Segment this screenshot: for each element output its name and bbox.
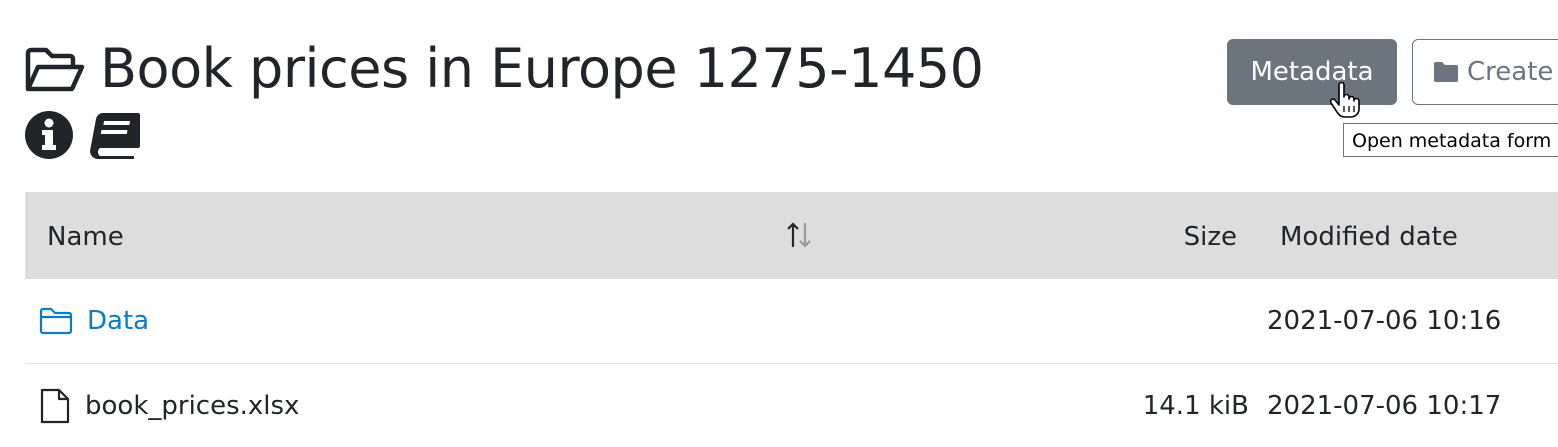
info-circle-icon[interactable]: [24, 110, 74, 160]
create-button[interactable]: Create: [1412, 39, 1558, 105]
cell-modified: 2021-07-06 10:17: [1267, 391, 1502, 421]
column-header-size[interactable]: Size: [1184, 192, 1237, 282]
cell-size: 14.1 kiB: [1142, 391, 1249, 421]
file-table: Name Size Modified date Data 2021-07-06 …: [25, 192, 1558, 447]
folder-link-data[interactable]: Data: [87, 306, 149, 336]
book-icon[interactable]: [88, 110, 142, 160]
table-header: Name Size Modified date: [25, 192, 1558, 279]
metadata-tooltip: Open metadata form: [1343, 123, 1558, 157]
hand-pointer-icon: [1330, 82, 1360, 118]
badge-icons: [24, 110, 142, 160]
column-header-modified[interactable]: Modified date: [1280, 192, 1458, 282]
metadata-button[interactable]: Metadata: [1227, 39, 1397, 105]
column-header-name[interactable]: Name: [47, 192, 124, 282]
cell-name: book_prices.xlsx: [39, 364, 299, 447]
folder-icon: [1434, 62, 1458, 82]
file-name[interactable]: book_prices.xlsx: [85, 391, 299, 421]
table-row[interactable]: book_prices.xlsx 14.1 kiB 2021-07-06 10:…: [25, 364, 1558, 447]
page: Book prices in Europe 1275-1450 Metadata…: [0, 0, 1558, 447]
folder-open-icon: [25, 47, 85, 92]
create-button-label: Create: [1467, 57, 1554, 87]
title-row: Book prices in Europe 1275-1450: [24, 34, 984, 104]
page-title: Book prices in Europe 1275-1450: [100, 37, 984, 100]
sort-icon[interactable]: [785, 220, 815, 250]
file-icon: [40, 388, 70, 424]
cell-modified: 2021-07-06 10:16: [1267, 306, 1502, 336]
table-row[interactable]: Data 2021-07-06 10:16: [25, 279, 1558, 364]
folder-icon: [39, 307, 73, 335]
cell-name: Data: [39, 279, 149, 363]
